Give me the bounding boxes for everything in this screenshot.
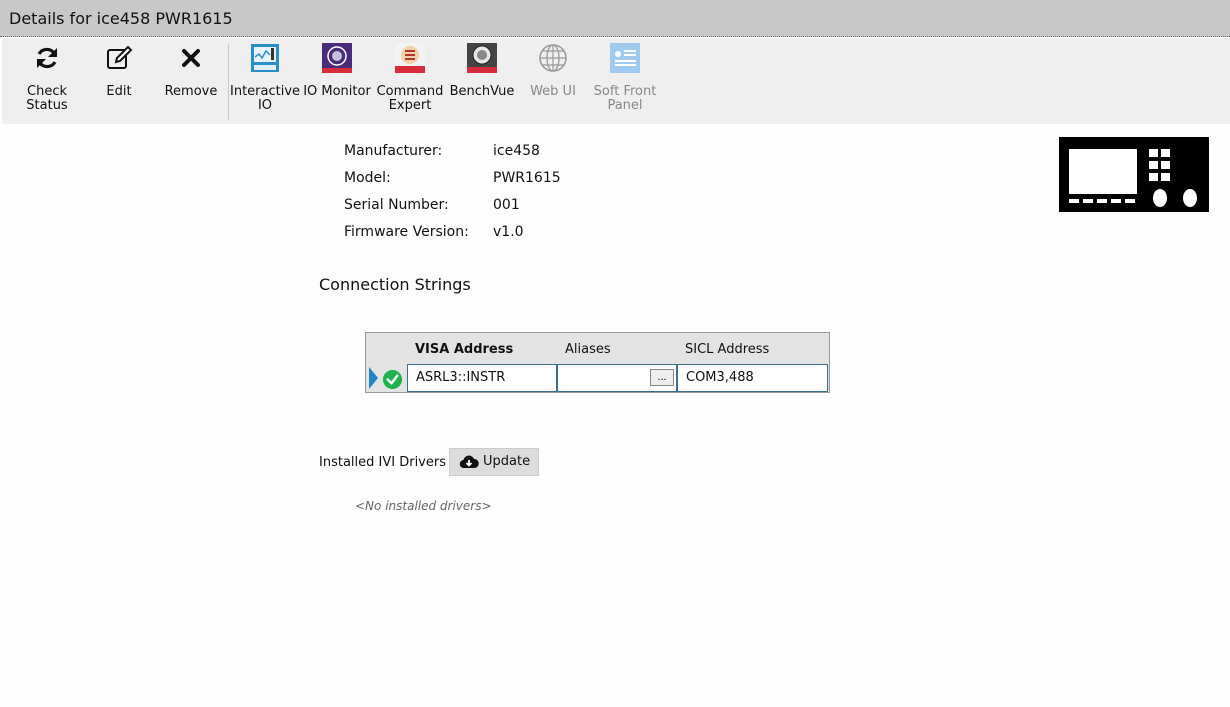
visa-address-cell[interactable]: ASRL3::INSTR [407, 364, 557, 392]
manufacturer-label: Manufacturer: [344, 143, 443, 159]
visa-address-header[interactable]: VISA Address [415, 342, 513, 357]
firmware-version-label: Firmware Version: [344, 224, 469, 240]
globe-icon [539, 44, 567, 72]
io-monitor-icon [322, 43, 352, 73]
serial-number-value: 001 [493, 197, 520, 213]
soft-front-panel-button[interactable]: Soft Front Panel [588, 38, 662, 124]
command-expert-button[interactable]: Command Expert [374, 38, 446, 124]
remove-button[interactable]: Remove [154, 38, 228, 124]
row-indicator [369, 367, 378, 389]
benchvue-label: BenchVue [449, 84, 515, 99]
installed-ivi-drivers-label: Installed IVI Drivers [319, 455, 446, 470]
io-monitor-button[interactable]: IO Monitor [300, 38, 374, 124]
web-ui-label: Web UI [530, 84, 576, 99]
benchvue-icon [467, 43, 497, 73]
sicl-address-cell[interactable]: COM3,488 [677, 364, 828, 392]
instrument-icon [1059, 137, 1209, 212]
title-bar: Details for ice458 PWR1615 [0, 0, 1230, 37]
update-drivers-button[interactable]: Update [449, 448, 539, 476]
remove-label: Remove [164, 84, 218, 99]
check-circle-icon [383, 370, 402, 389]
aliases-header[interactable]: Aliases [565, 342, 611, 357]
close-icon [182, 49, 200, 67]
command-expert-icon [395, 43, 425, 73]
check-status-button[interactable]: Check Status [10, 38, 84, 124]
aliases-cell[interactable]: ... [557, 364, 677, 392]
soft-front-panel-icon [610, 43, 640, 73]
interactive-io-label: Interactive IO [230, 84, 301, 113]
manufacturer-value: ice458 [493, 143, 540, 159]
interactive-io-icon [251, 44, 279, 72]
check-status-label: Check Status [26, 84, 68, 113]
edit-label: Edit [106, 84, 132, 99]
update-label: Update [483, 454, 531, 469]
web-ui-button[interactable]: Web UI [518, 38, 588, 124]
io-monitor-label: IO Monitor [303, 84, 371, 99]
edit-button[interactable]: Edit [84, 38, 154, 124]
no-drivers-message: <No installed drivers> [355, 499, 492, 513]
cloud-download-icon [459, 455, 479, 469]
edit-aliases-button[interactable]: ... [650, 369, 674, 386]
connection-strings-title: Connection Strings [319, 275, 471, 294]
interactive-io-button[interactable]: Interactive IO [230, 38, 300, 124]
benchvue-button[interactable]: BenchVue [446, 38, 518, 124]
model-label: Model: [344, 170, 391, 186]
model-value: PWR1615 [493, 170, 561, 186]
sicl-address-header[interactable]: SICL Address [685, 342, 769, 357]
refresh-icon [37, 47, 57, 69]
command-expert-label: Command Expert [376, 84, 444, 113]
firmware-version-value: v1.0 [493, 224, 524, 240]
edit-icon [107, 45, 133, 69]
connection-strings-table: VISA Address Aliases SICL Address ASRL3:… [365, 332, 830, 393]
toolbar-separator [228, 44, 229, 120]
toolbar: Check Status Edit Remove Interactive IO [2, 38, 1230, 124]
soft-front-panel-label: Soft Front Panel [593, 84, 657, 113]
window-title: Details for ice458 PWR1615 [9, 9, 233, 28]
serial-number-label: Serial Number: [344, 197, 449, 213]
